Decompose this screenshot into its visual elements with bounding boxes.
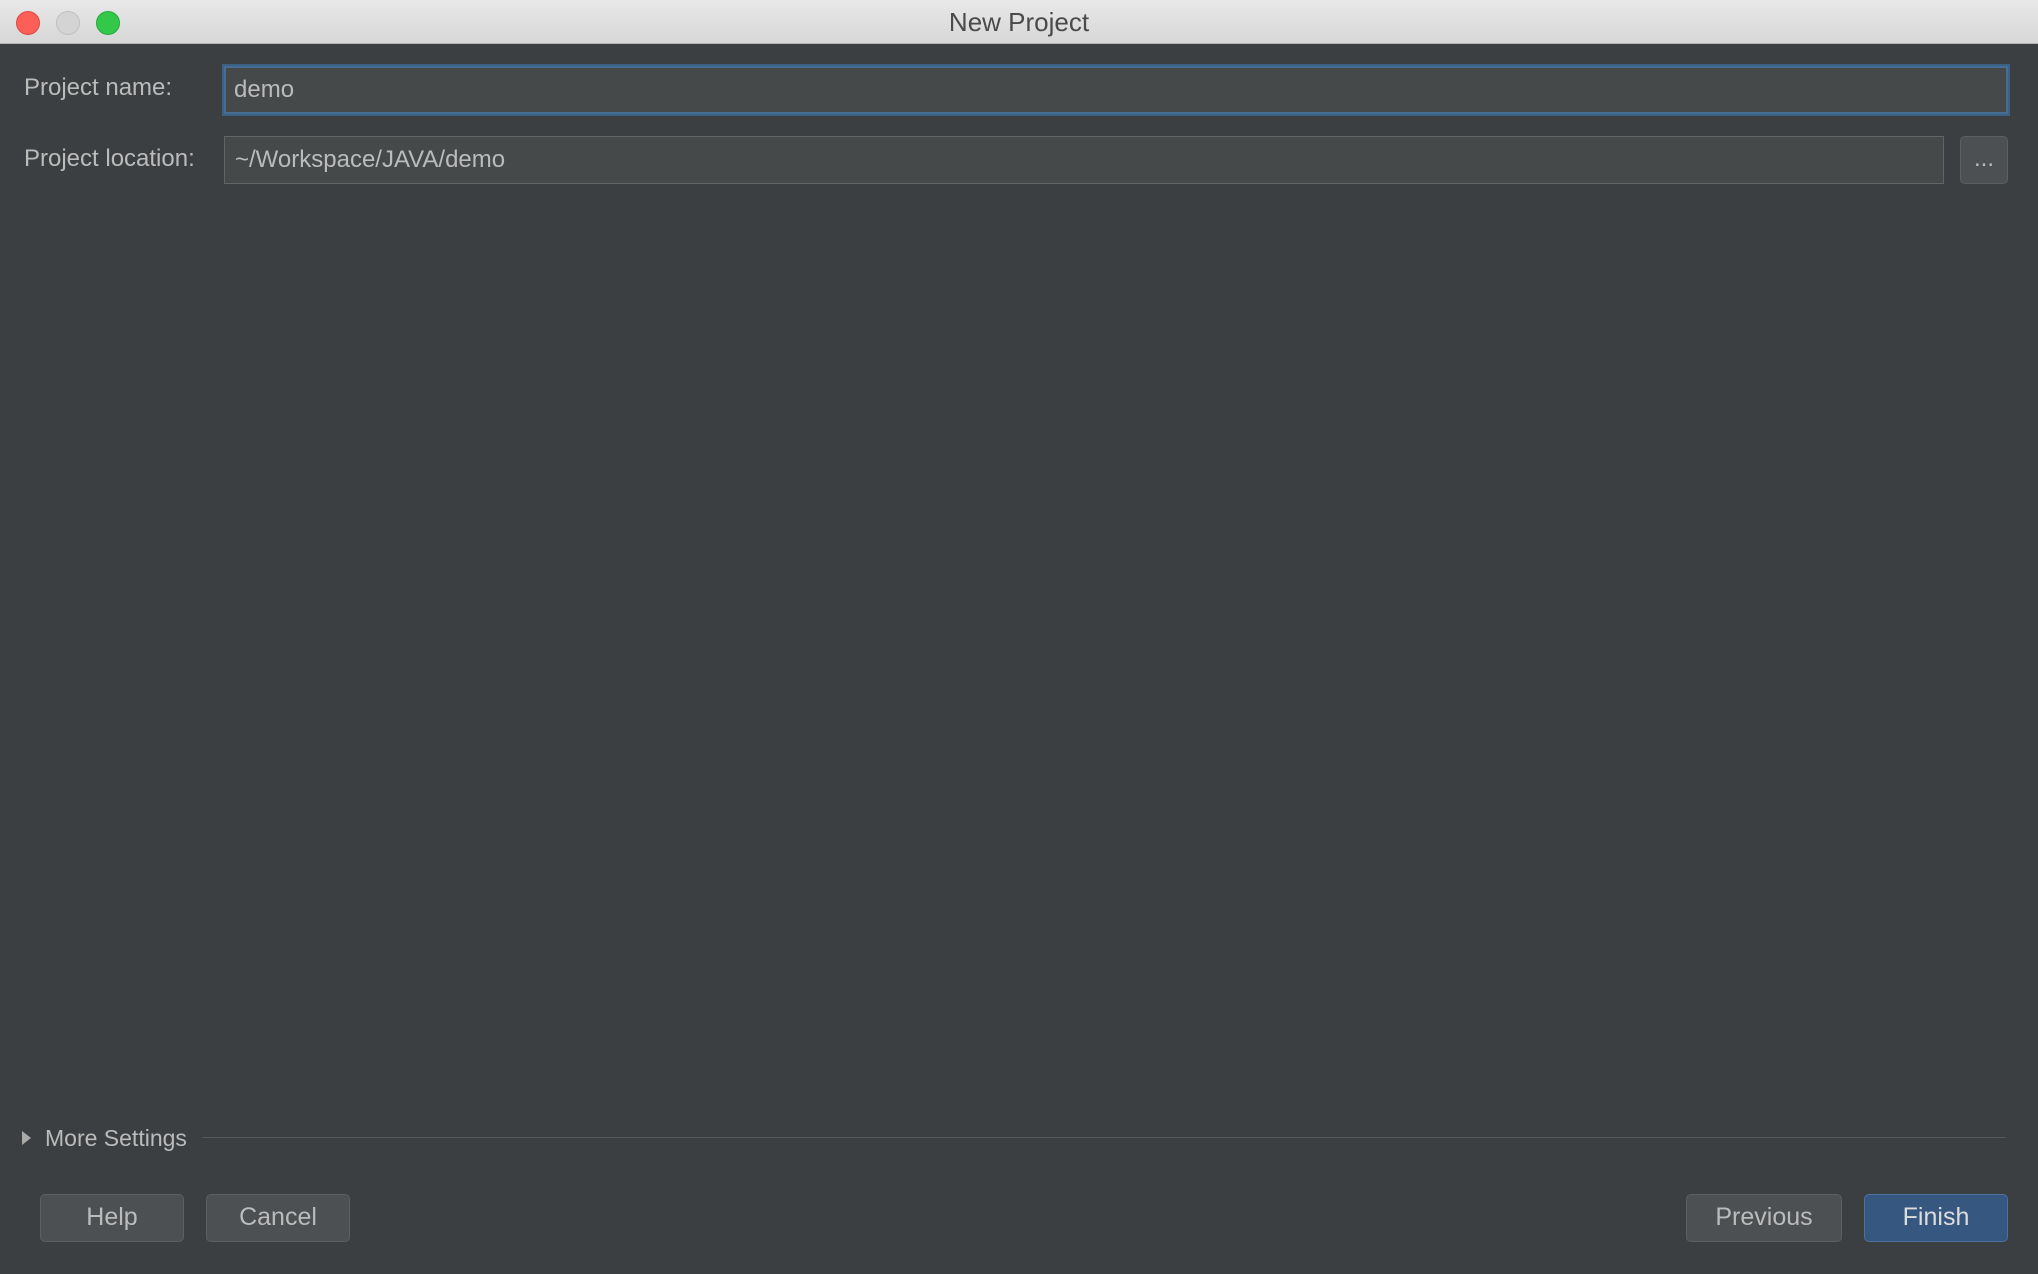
window-title: New Project [948, 7, 1090, 37]
project-name-input[interactable] [222, 64, 2010, 116]
more-settings-toggle[interactable]: More Settings [22, 1122, 187, 1154]
project-location-label: Project location: [24, 145, 195, 172]
finish-button[interactable]: Finish [1864, 1194, 2008, 1242]
more-settings-divider [202, 1137, 2006, 1138]
previous-button[interactable]: Previous [1686, 1194, 1842, 1242]
browse-location-button[interactable]: ... [1960, 136, 2008, 184]
more-settings-label: More Settings [45, 1124, 187, 1151]
help-button[interactable]: Help [40, 1194, 184, 1242]
project-location-input[interactable] [224, 136, 1944, 184]
expand-triangle-icon [22, 1131, 31, 1145]
title-bar: New Project [0, 0, 2038, 44]
cancel-button[interactable]: Cancel [206, 1194, 350, 1242]
project-name-label: Project name: [24, 74, 173, 101]
